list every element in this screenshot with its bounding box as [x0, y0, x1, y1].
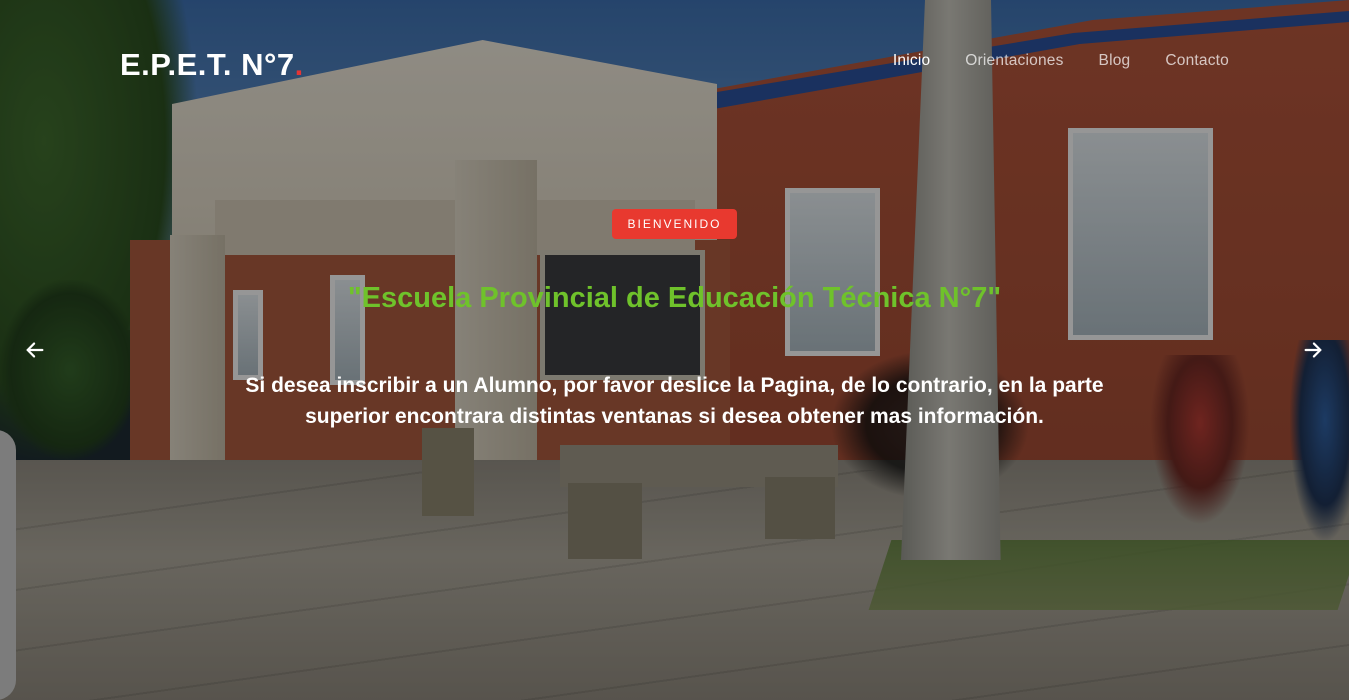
carousel-next-button[interactable] [1298, 335, 1328, 365]
arrow-right-icon [1304, 342, 1322, 358]
hero-content: BIENVENIDO "Escuela Provincial de Educac… [0, 0, 1349, 700]
arrow-left-icon [26, 342, 44, 358]
welcome-badge: BIENVENIDO [612, 209, 737, 239]
hero-carousel: E.P.E.T. N°7. Inicio Orientaciones Blog … [0, 0, 1349, 700]
hero-headline: "Escuela Provincial de Educación Técnica… [347, 282, 1002, 314]
carousel-prev-button[interactable] [20, 335, 50, 365]
hero-subtext: Si desea inscribir a un Alumno, por favo… [245, 374, 1104, 428]
